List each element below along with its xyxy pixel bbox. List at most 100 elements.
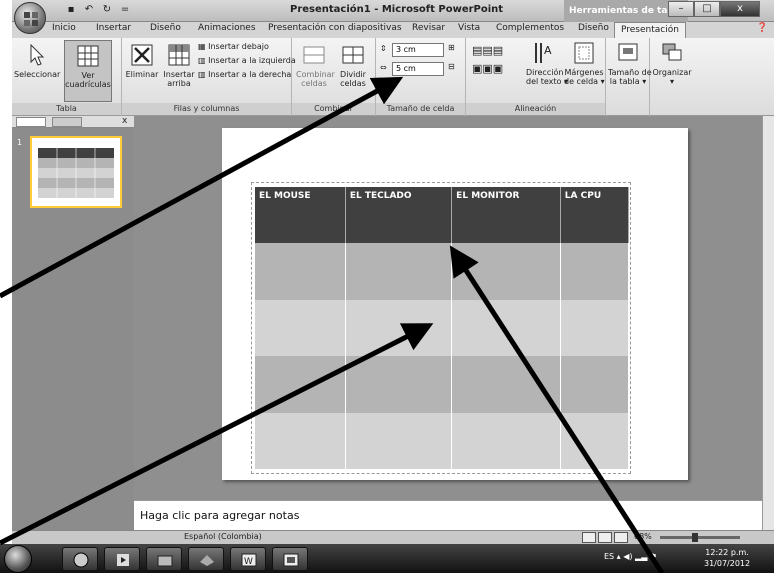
clock-time: 12:22 p.m. — [705, 548, 749, 557]
cell-width-input[interactable]: 5 cm — [392, 62, 444, 76]
tab-revisar[interactable]: Revisar — [412, 23, 445, 33]
table-cell[interactable] — [345, 412, 453, 469]
dividir-celdas-button[interactable]: Dividir celdas — [336, 42, 370, 88]
arriba-label: arriba — [167, 79, 191, 88]
vertical-scrollbar[interactable] — [762, 116, 774, 530]
normal-view-button[interactable] — [582, 532, 596, 543]
organizar-button[interactable]: Organizar ▾ — [652, 40, 692, 86]
table-cell[interactable] — [560, 356, 630, 413]
close-panel-icon[interactable]: x — [122, 116, 127, 126]
tab-table-presentacion[interactable]: Presentación — [614, 22, 686, 38]
zoom-slider[interactable] — [660, 536, 740, 539]
table-cell[interactable] — [451, 356, 561, 413]
app-icon — [200, 555, 214, 566]
group-label-alineacion: Alineación — [466, 103, 605, 115]
table-cell[interactable] — [560, 299, 630, 356]
group-organizar: Organizar ▾ — [650, 38, 694, 116]
seleccionar-button[interactable]: Seleccionar — [14, 42, 60, 79]
svg-text:A: A — [544, 44, 552, 57]
cell-height-input[interactable]: 3 cm — [392, 43, 444, 57]
maximize-button[interactable]: □ — [694, 1, 720, 17]
powerpoint-window: ▪ ↶ ↻ = Presentación1 - Microsoft PowerP… — [0, 0, 774, 573]
tab-diseno[interactable]: Diseño — [150, 23, 181, 33]
ver-cuadriculas-button[interactable]: Ver cuadrículas — [64, 40, 112, 102]
distribute-columns-icon[interactable]: ⊟ — [448, 62, 455, 71]
word-icon: W — [241, 553, 257, 567]
table-header-cell[interactable]: EL TECLADO — [345, 187, 453, 243]
table-cell[interactable] — [560, 412, 630, 469]
tab-presentacion-diapositivas[interactable]: Presentación con diapositivas — [268, 23, 402, 33]
table-cell[interactable] — [451, 299, 561, 356]
align-text-icons[interactable]: ▤▤▤ — [472, 44, 503, 57]
eliminar-button[interactable]: Eliminar — [124, 42, 160, 79]
insertar-izquierda-button[interactable]: ▥ Insertar a la izquierda — [198, 56, 296, 65]
table-cell[interactable] — [451, 243, 561, 300]
distribute-rows-icon[interactable]: ⊞ — [448, 43, 455, 52]
ribbon-tabs: Inicio Insertar Diseño Animaciones Prese… — [12, 22, 774, 38]
table-header-cell[interactable]: EL MONITOR — [451, 187, 561, 243]
table-cell[interactable] — [560, 243, 630, 300]
slide-editing-area: EL MOUSE EL TECLADO EL MONITOR LA CPU — [134, 116, 774, 500]
taskbar-browser[interactable] — [62, 547, 98, 571]
insertar-arriba-button[interactable]: Insertar arriba — [162, 42, 196, 88]
outline-tab[interactable] — [52, 117, 82, 127]
tray-language[interactable]: ES ▴ ◀) ▂▃ ⚑ — [604, 552, 657, 561]
table-header-cell[interactable]: LA CPU — [560, 187, 630, 243]
table-cell[interactable] — [255, 412, 346, 469]
sorter-view-button[interactable] — [598, 532, 612, 543]
close-button[interactable]: x — [720, 1, 760, 17]
table-cell[interactable] — [345, 356, 453, 413]
tamano-tabla-button[interactable]: Tamaño de la tabla ▾ — [608, 40, 652, 86]
direccion-label: Dirección — [526, 68, 564, 77]
slide-thumbnail[interactable] — [30, 136, 122, 208]
office-button[interactable] — [14, 2, 46, 34]
tab-complementos[interactable]: Complementos — [496, 23, 564, 33]
table-cell[interactable] — [255, 356, 346, 413]
undo-icon[interactable]: ↶ — [82, 3, 96, 17]
system-clock[interactable]: 12:22 p.m. 31/07/2012 — [704, 547, 750, 569]
slide-number: 1 — [17, 138, 23, 147]
minimize-button[interactable]: – — [668, 1, 694, 17]
direccion-texto-button[interactable]: A Dirección del texto ▾ — [526, 40, 568, 86]
help-icon[interactable]: ❓ — [757, 23, 768, 33]
vertical-align-icons[interactable]: ▣▣▣ — [472, 62, 503, 75]
group-tamano-celda: ⇕ 3 cm ⊞ ⇔ 5 cm ⊟ Tamaño de celda — [376, 38, 466, 116]
group-combinar: Combinar celdas Dividir celdas Combinar — [292, 38, 376, 116]
insertar-derecha-button[interactable]: ▥ Insertar a la derecha — [198, 70, 291, 79]
zoom-slider-thumb[interactable] — [692, 533, 698, 542]
tab-animaciones[interactable]: Animaciones — [198, 23, 256, 33]
qat-customize-icon[interactable]: = — [118, 3, 132, 17]
tab-inicio[interactable]: Inicio — [52, 23, 76, 33]
slideshow-view-button[interactable] — [614, 532, 628, 543]
taskbar-powerpoint[interactable] — [272, 547, 308, 571]
taskbar-folder[interactable] — [146, 547, 182, 571]
zoom-level[interactable]: 68% — [634, 532, 652, 541]
table-header-cell[interactable]: EL MOUSE — [255, 187, 346, 243]
taskbar-media[interactable] — [104, 547, 140, 571]
notes-pane[interactable]: Haga clic para agregar notas — [134, 500, 762, 530]
status-language[interactable]: Español (Colombia) — [184, 532, 262, 541]
slide-canvas[interactable]: EL MOUSE EL TECLADO EL MONITOR LA CPU — [222, 128, 688, 480]
group-label-combinar: Combinar — [292, 103, 375, 115]
tab-vista[interactable]: Vista — [458, 23, 480, 33]
table-cell[interactable] — [345, 243, 453, 300]
insertar-debajo-button[interactable]: ▦ Insertar debajo — [198, 42, 269, 51]
table-cell[interactable] — [345, 299, 453, 356]
table-cell[interactable] — [451, 412, 561, 469]
insertar-label: Insertar — [163, 70, 195, 79]
combinar-celdas-button[interactable]: Combinar celdas — [296, 42, 335, 88]
insert-left-icon: ▥ — [198, 56, 206, 65]
tab-table-diseno[interactable]: Diseño — [578, 23, 609, 33]
title-bar: ▪ ↶ ↻ = Presentación1 - Microsoft PowerP… — [12, 0, 774, 22]
redo-icon[interactable]: ↻ — [100, 3, 114, 17]
slide-table[interactable]: EL MOUSE EL TECLADO EL MONITOR LA CPU — [255, 187, 630, 469]
tab-insertar[interactable]: Insertar — [96, 23, 131, 33]
save-icon[interactable]: ▪ — [64, 3, 78, 17]
table-cell[interactable] — [255, 299, 346, 356]
taskbar-app[interactable] — [188, 547, 224, 571]
table-cell[interactable] — [255, 243, 346, 300]
taskbar-word[interactable]: W — [230, 547, 266, 571]
margenes-celda-button[interactable]: Márgenes de celda ▾ — [564, 40, 605, 86]
start-button[interactable] — [4, 545, 32, 573]
slides-tab[interactable] — [16, 117, 46, 127]
